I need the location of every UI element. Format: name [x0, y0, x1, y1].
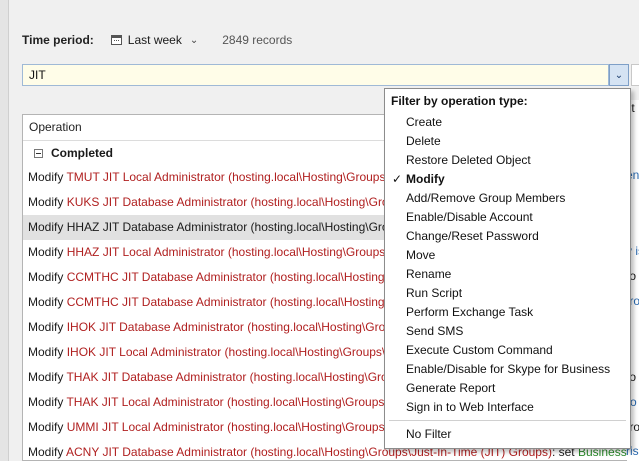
row-object: KUKS JIT Database Administrator (hosting… [66, 195, 424, 209]
row-operation: Modify [28, 370, 64, 384]
row-operation: Modify [28, 320, 64, 334]
row-object: THAK JIT Local Administrator (hosting.lo… [66, 395, 424, 409]
checkmark-icon: ✓ [392, 172, 403, 186]
menu-item-restore-deleted-object[interactable]: Restore Deleted Object [406, 151, 531, 170]
row-object: IHOK JIT Database Administrator (hosting… [66, 320, 421, 334]
menu-item-enable-disable-for-skype-for-business[interactable]: Enable/Disable for Skype for Business [406, 360, 610, 379]
row-operation: Modify [28, 270, 64, 284]
row-object: HHAZ JIT Local Administrator (hosting.lo… [66, 245, 425, 259]
row-operation: Modify [28, 195, 64, 209]
side-control[interactable] [631, 64, 639, 86]
menu-item-delete[interactable]: Delete [406, 132, 441, 151]
row-operation: Modify [28, 245, 64, 259]
filter-field[interactable] [22, 64, 609, 86]
row-operation: Modify [28, 295, 64, 309]
row-operation: Modify [28, 345, 64, 359]
menu-item-sign-in-to-web-interface[interactable]: Sign in to Web Interface [406, 398, 534, 417]
menu-separator [389, 420, 626, 421]
menu-item-create[interactable]: Create [406, 113, 442, 132]
calendar-icon [110, 35, 122, 45]
menu-item-execute-custom-command[interactable]: Execute Custom Command [406, 341, 553, 360]
filter-dropdown-button[interactable]: ⌄ [609, 64, 629, 86]
chevron-down-icon: ⌄ [189, 34, 199, 46]
menu-item-modify[interactable]: Modify [406, 170, 445, 189]
row-operation: Modify [28, 420, 64, 434]
row-object: THAK JIT Database Administrator (hosting… [66, 370, 424, 384]
time-period-dropdown[interactable]: Last week ⌄ [110, 33, 199, 47]
menu-title: Filter by operation type: [391, 94, 528, 108]
menu-item-run-script[interactable]: Run Script [406, 284, 462, 303]
row-operation: Modify [28, 445, 64, 459]
menu-item-generate-report[interactable]: Generate Report [406, 379, 495, 398]
row-operation: Modify [28, 220, 64, 234]
toolbar: Time period: Last week ⌄ 2849 records [22, 30, 292, 50]
time-period-value: Last week [127, 33, 182, 47]
collapse-icon[interactable] [34, 148, 43, 158]
menu-item-send-sms[interactable]: Send SMS [406, 322, 463, 341]
dropdown-arrow-icon: ⌄ [614, 69, 624, 81]
menu-item-perform-exchange-task[interactable]: Perform Exchange Task [406, 303, 533, 322]
row-object: TMUT JIT Local Administrator (hosting.lo… [66, 170, 425, 184]
menu-item-change-reset-password[interactable]: Change/Reset Password [406, 227, 539, 246]
row-object: HHAZ JIT Database Administrator (hosting… [66, 220, 424, 234]
row-object: CCMTHC JIT Database Administrator (hosti… [66, 270, 428, 284]
menu-item-rename[interactable]: Rename [406, 265, 451, 284]
operation-type-filter-menu: Filter by operation type: Create Delete Re… [384, 88, 631, 449]
menu-item-no-filter[interactable]: No Filter [406, 425, 451, 444]
group-label: Completed [51, 146, 114, 160]
time-period-label: Time period: [22, 33, 94, 47]
menu-item-add-remove-group-members[interactable]: Add/Remove Group Members [406, 189, 565, 208]
menu-item-move[interactable]: Move [406, 246, 435, 265]
records-count: 2849 records [222, 33, 293, 47]
row-object: UMMI JIT Local Administrator (hosting.lo… [66, 420, 424, 434]
window-left-border [0, 0, 9, 461]
row-object: IHOK JIT Local Administrator (hosting.lo… [66, 345, 422, 359]
menu-item-enable-disable-account[interactable]: Enable/Disable Account [406, 208, 533, 227]
row-operation: Modify [28, 170, 64, 184]
row-operation: Modify [28, 395, 64, 409]
filter-input[interactable] [23, 65, 609, 85]
